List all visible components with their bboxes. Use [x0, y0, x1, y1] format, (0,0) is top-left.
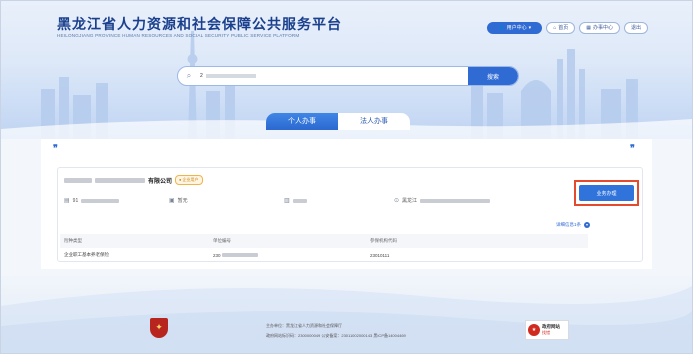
footer-organizer: 主办单位：黑龙江省人力资源和社会保障厅	[266, 323, 342, 328]
home-button[interactable]: ⌂ 首页	[546, 22, 576, 34]
table-row: 企业职工基本养老保险 230 23010111	[60, 248, 588, 262]
search-input[interactable]: 2	[200, 67, 468, 85]
site-subtitle: HEILONGJIANG PROVINCE HUMAN RESOURCES AN…	[57, 33, 300, 38]
company-name: 有限公司	[148, 178, 173, 185]
detail-link-label: 详细信息1条	[555, 222, 581, 227]
user-icon: 👤	[498, 25, 505, 31]
logout-button[interactable]: 退出	[623, 22, 648, 34]
site-title: 黑龙江省人力资源和社会保障公共服务平台	[57, 17, 342, 33]
column-header: 险种类型	[64, 238, 82, 243]
footer-registration: 政府网站标识码：2300000049 公安备案：23011002000143 黑…	[266, 333, 406, 338]
redacted-text	[81, 198, 120, 203]
grid-icon: ▦	[586, 25, 591, 31]
badge-label: 企业用户	[182, 177, 199, 182]
search-input-value: 2	[200, 73, 203, 79]
quote-mark-right-icon: ❞	[630, 144, 635, 154]
phone-icon: ▣	[169, 198, 175, 204]
redacted-text	[64, 177, 92, 183]
gov-logo-icon: ★	[528, 324, 540, 336]
company-card: 有限公司 ● 企业用户 ▤ 91 ▣ 暂无 ▥ ⊙ 黑龙江 详细信息1条 ▾ 险…	[57, 167, 643, 262]
contact-field: ▥	[284, 197, 307, 204]
credit-code-field: ▤ 91	[64, 197, 120, 204]
gov-badge-sub: 找错	[542, 330, 550, 335]
business-handle-button[interactable]: 业务办理	[579, 185, 634, 201]
user-center-button[interactable]: 👤 用户中心 ▾	[487, 22, 543, 34]
document-icon: ▥	[284, 198, 290, 204]
address-value: 黑龙江	[402, 198, 418, 204]
phone-value: 暂无	[177, 198, 188, 204]
footer	[1, 276, 692, 353]
credit-code-value: 91	[72, 197, 79, 204]
service-center-label: 办事中心	[592, 25, 613, 31]
search-icon: ⌕	[186, 71, 192, 80]
redacted-text	[205, 74, 256, 78]
top-navigation: 👤 用户中心 ▾ ⌂ 首页 ▦ 办事中心 退出	[487, 22, 648, 34]
service-tabs: 个人办事 法人办事	[266, 113, 410, 130]
table-cell: 企业职工基本养老保险	[64, 252, 109, 257]
tab-personal[interactable]: 个人办事	[266, 113, 338, 130]
table-header: 险种类型 单位编号 参保机构代码	[60, 234, 588, 248]
gov-badge-text: 政府网站 找错	[542, 324, 560, 336]
unit-number-value: 230	[213, 252, 221, 258]
id-card-icon: ▤	[64, 198, 70, 204]
chevron-down-icon: ▾	[528, 25, 532, 31]
redacted-text	[221, 252, 258, 257]
table-cell: 230	[213, 252, 370, 258]
home-label: 首页	[558, 25, 569, 31]
table-cell: 23010111	[370, 252, 390, 258]
search-button[interactable]: 搜索	[468, 67, 518, 85]
service-center-button[interactable]: ▦ 办事中心	[579, 22, 620, 34]
search-bar: ⌕ 2 搜索	[177, 66, 519, 86]
home-icon: ⌂	[553, 25, 557, 31]
phone-field: ▣ 暂无	[169, 197, 188, 204]
address-field: ⊙ 黑龙江	[394, 197, 491, 204]
tab-corporate[interactable]: 法人办事	[338, 113, 410, 130]
chevron-down-icon: ▾	[584, 222, 590, 228]
redacted-text	[95, 177, 145, 183]
location-pin-icon: ⊙	[394, 198, 400, 204]
redacted-text	[420, 198, 491, 203]
logout-label: 退出	[630, 25, 641, 31]
detail-info-link[interactable]: 详细信息1条 ▾	[556, 222, 590, 228]
footer-wave-decoration	[1, 286, 692, 353]
column-header: 单位编号	[213, 238, 231, 243]
company-header: 有限公司 ● 企业用户	[64, 175, 203, 185]
police-emblem-icon[interactable]: ✦	[150, 318, 168, 338]
gov-site-badge[interactable]: ★ 政府网站 找错	[525, 320, 569, 340]
column-header: 参保机构代码	[370, 238, 397, 243]
redacted-text	[292, 198, 307, 203]
user-center-label: 用户中心	[506, 25, 527, 31]
quote-mark-left-icon: ❞	[53, 144, 58, 154]
enterprise-user-badge: ● 企业用户	[175, 175, 203, 185]
insurance-table: 险种类型 单位编号 参保机构代码 企业职工基本养老保险 230 23010111	[60, 234, 588, 262]
